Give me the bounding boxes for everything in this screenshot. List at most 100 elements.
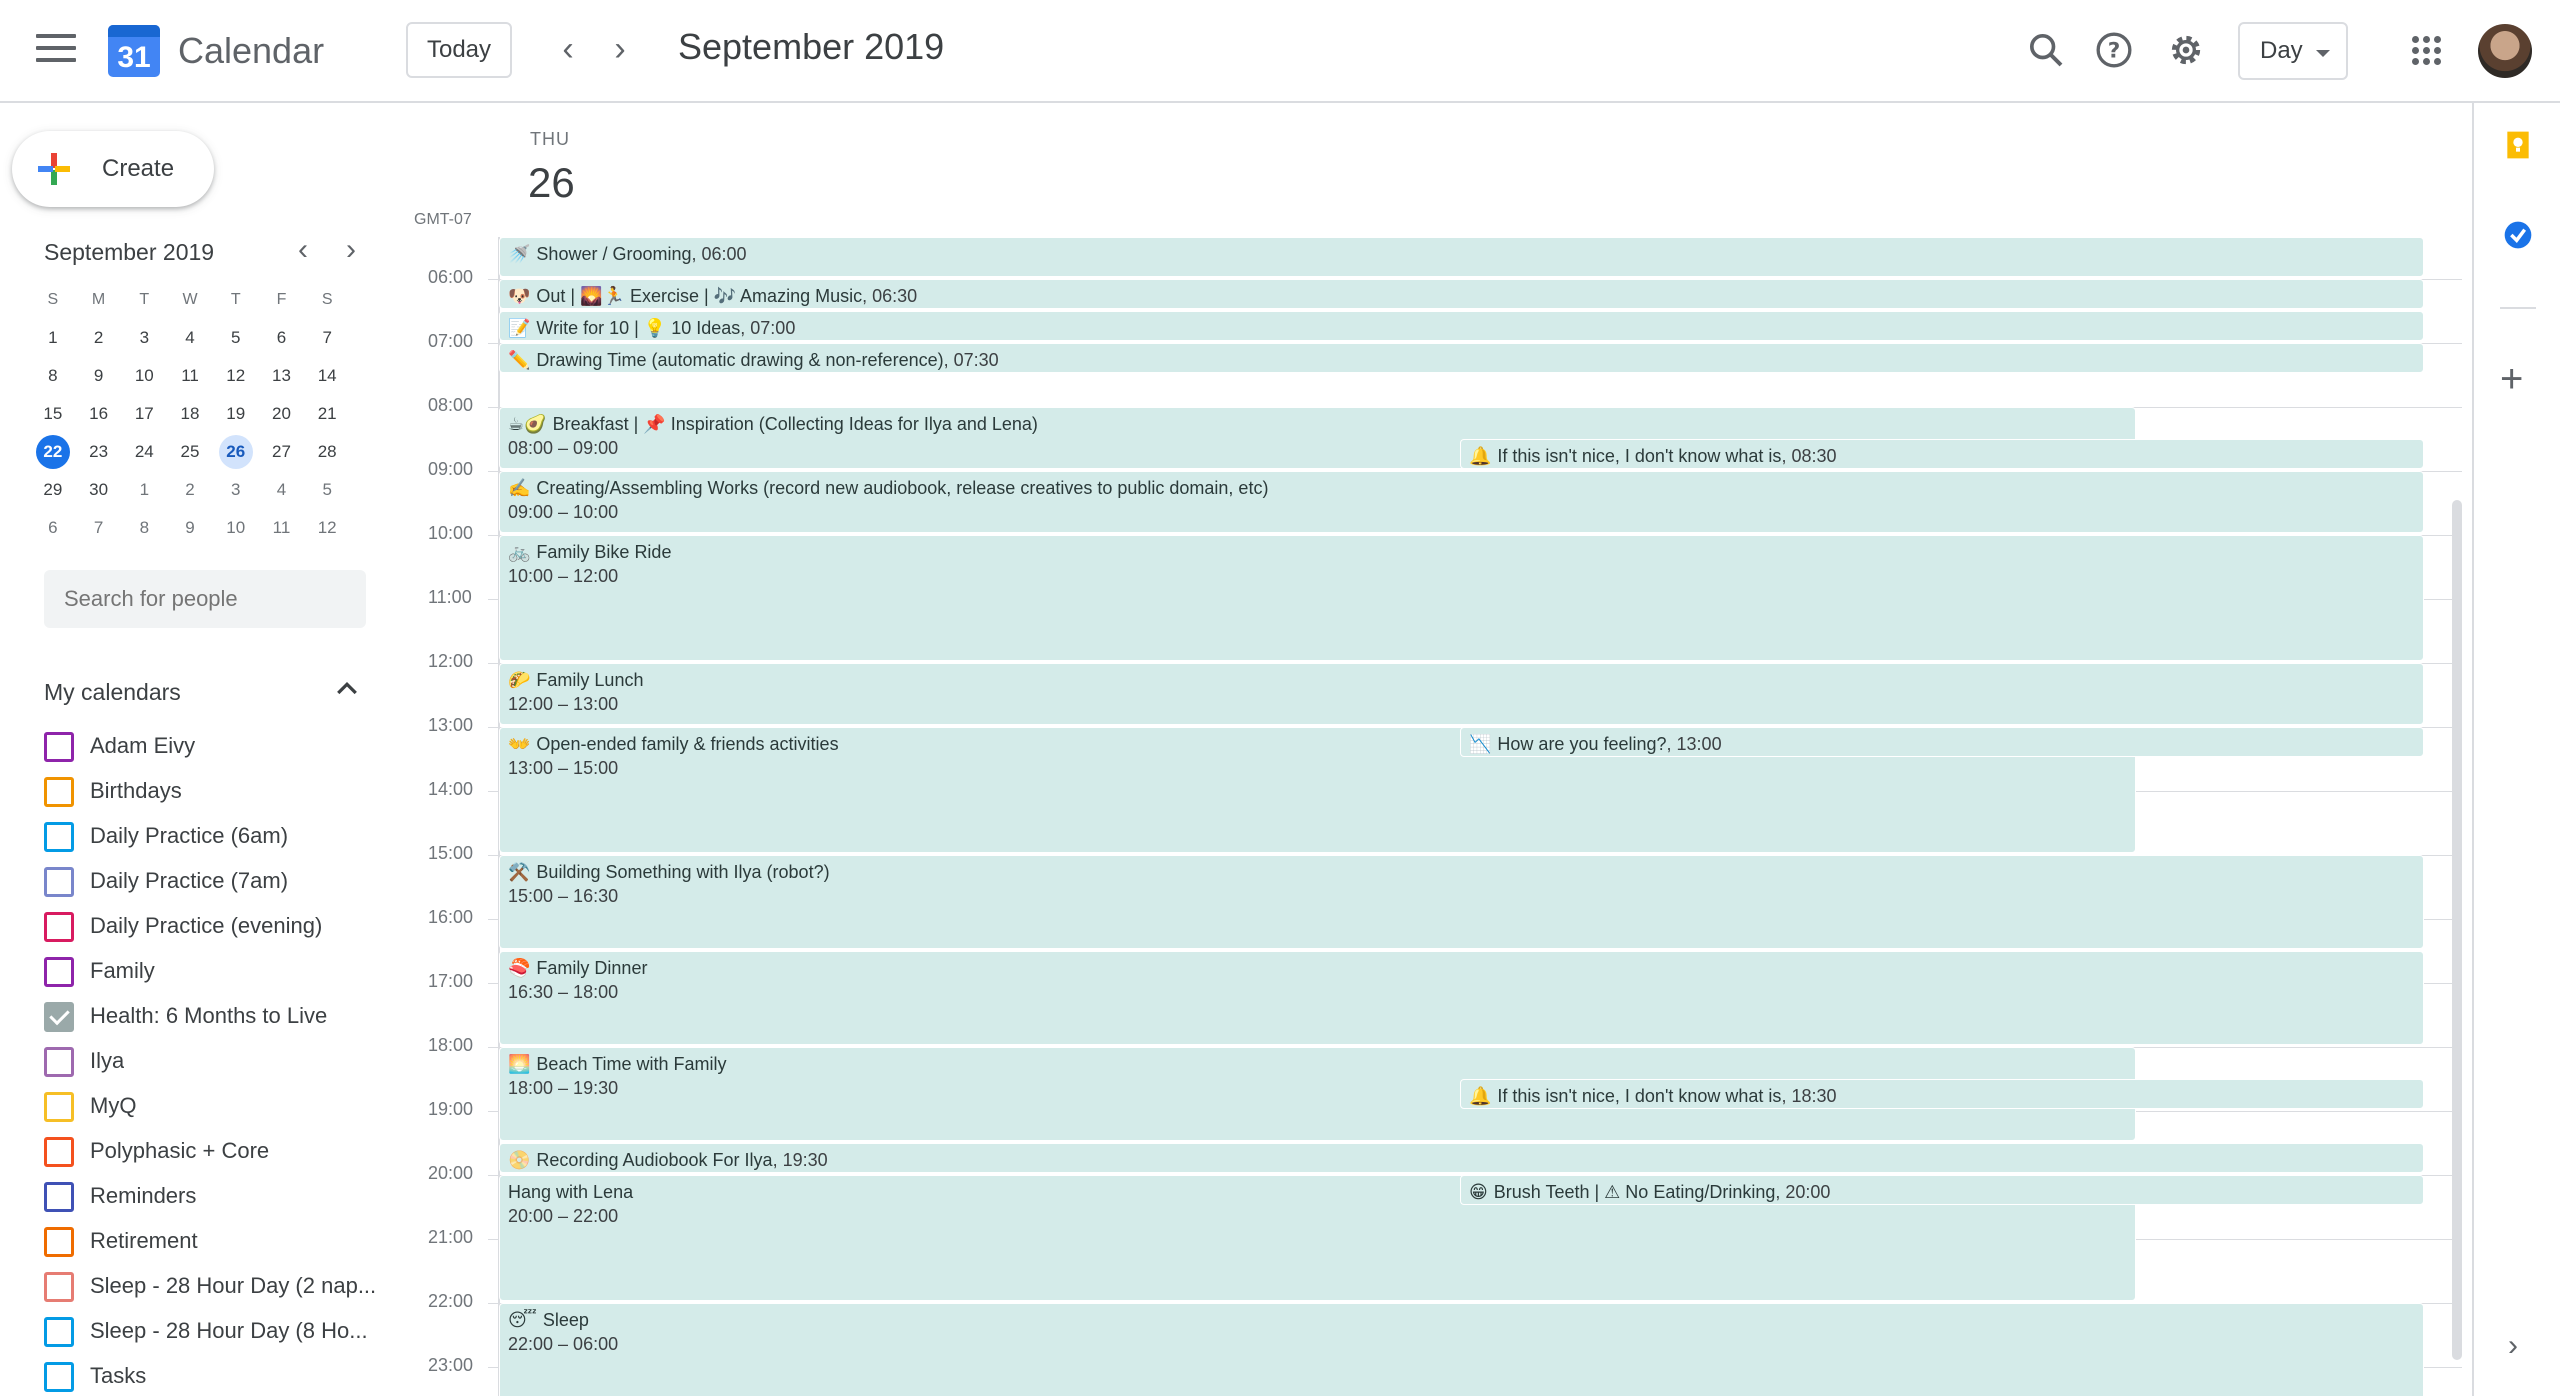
mini-calendar-day[interactable]: 6	[30, 511, 76, 549]
calendar-list-item[interactable]: Sleep - 28 Hour Day (2 nap...	[44, 1265, 380, 1310]
keep-icon[interactable]	[2502, 129, 2534, 161]
mini-calendar-day[interactable]: 8	[30, 359, 76, 397]
mini-calendar-day[interactable]: 7	[76, 511, 122, 549]
calendar-list-item[interactable]: Polyphasic + Core	[44, 1130, 380, 1175]
calendar-checkbox[interactable]	[44, 1092, 74, 1122]
mini-calendar-day[interactable]: 2	[76, 321, 122, 359]
add-addon-icon[interactable]: +	[2500, 357, 2523, 402]
calendar-list-item[interactable]: Birthdays	[44, 770, 380, 815]
main-menu-icon[interactable]	[36, 34, 76, 70]
mini-calendar-day[interactable]: 28	[304, 435, 350, 473]
mini-calendar-day[interactable]: 10	[213, 511, 259, 549]
mini-calendar-day[interactable]: 2	[167, 473, 213, 511]
calendar-checkbox[interactable]	[44, 777, 74, 807]
mini-calendar-day[interactable]: 3	[213, 473, 259, 511]
event-chip[interactable]: ✏️ Drawing Time (automatic drawing & non-…	[499, 343, 2424, 373]
mini-calendar-day[interactable]: 17	[121, 397, 167, 435]
mini-calendar-day[interactable]: 5	[213, 321, 259, 359]
event-chip[interactable]: 😴 Sleep 22:00 – 06:00	[499, 1303, 2424, 1396]
event-chip[interactable]: 📝 Write for 10 | 💡 10 Ideas, 07:00	[499, 311, 2424, 341]
previous-period-button[interactable]: ‹	[548, 30, 588, 70]
calendar-logo-icon[interactable]: 31	[108, 25, 160, 77]
mini-calendar-day[interactable]: 15	[30, 397, 76, 435]
calendar-list-item[interactable]: Sleep - 28 Hour Day (8 Ho...	[44, 1310, 380, 1355]
event-chip[interactable]: 🚿 Shower / Grooming, 06:00	[499, 237, 2424, 277]
mini-calendar-day[interactable]: 7	[304, 321, 350, 359]
event-chip[interactable]: 📀 Recording Audiobook For Ilya, 19:30	[499, 1143, 2424, 1173]
mini-calendar-day[interactable]: 1	[121, 473, 167, 511]
mini-calendar-day[interactable]: 19	[213, 397, 259, 435]
create-button[interactable]: Create	[12, 131, 214, 207]
event-chip[interactable]: 🔔 If this isn't nice, I don't know what i…	[1460, 1079, 2424, 1109]
mini-calendar-day[interactable]: 29	[30, 473, 76, 511]
view-selector[interactable]: Day	[2238, 22, 2348, 80]
mini-calendar-day[interactable]: 13	[259, 359, 305, 397]
mini-calendar-day[interactable]: 8	[121, 511, 167, 549]
expand-panel-icon[interactable]: ›	[2508, 1329, 2518, 1363]
mini-calendar-next-icon[interactable]: ›	[336, 233, 366, 267]
mini-calendar-day[interactable]: 6	[259, 321, 305, 359]
mini-calendar-day[interactable]: 12	[304, 511, 350, 549]
mini-calendar-day[interactable]: 16	[76, 397, 122, 435]
google-apps-icon[interactable]	[2412, 36, 2442, 66]
mini-calendar-day[interactable]: 1	[30, 321, 76, 359]
mini-calendar-day[interactable]: 21	[304, 397, 350, 435]
calendar-list-item[interactable]: Tasks	[44, 1355, 380, 1400]
mini-calendar-day[interactable]: 9	[76, 359, 122, 397]
calendar-list-item[interactable]: Family	[44, 950, 380, 995]
settings-gear-icon[interactable]	[2166, 30, 2206, 70]
day-time-grid[interactable]: 06:00 07:00 08:00 09:00 10:00 11:00 12:00 13:00…	[380, 237, 2462, 1396]
calendar-checkbox[interactable]	[44, 1182, 74, 1212]
calendar-checkbox[interactable]	[44, 1362, 74, 1392]
mini-calendar-day[interactable]: 4	[259, 473, 305, 511]
calendar-list-item[interactable]: Ilya	[44, 1040, 380, 1085]
calendar-list-item[interactable]: MyQ	[44, 1085, 380, 1130]
search-icon[interactable]	[2026, 30, 2066, 70]
mini-calendar-day[interactable]: 24	[121, 435, 167, 473]
event-chip[interactable]: 🐶 Out | 🌄🏃 Exercise | 🎶 Amazing Music, 06…	[499, 279, 2424, 309]
mini-calendar-day[interactable]: 18	[167, 397, 213, 435]
calendar-checkbox[interactable]	[44, 912, 74, 942]
today-button[interactable]: Today	[406, 22, 512, 78]
calendar-list-item[interactable]: Daily Practice (evening)	[44, 905, 380, 950]
calendar-list-item[interactable]: Adam Eivy	[44, 725, 380, 770]
calendar-checkbox[interactable]	[44, 1317, 74, 1347]
calendar-checkbox[interactable]	[44, 732, 74, 762]
event-chip[interactable]: 📉 How are you feeling?, 13:00	[1460, 727, 2424, 757]
my-calendars-heading[interactable]: My calendars	[44, 679, 181, 706]
calendar-list-item[interactable]: Daily Practice (6am)	[44, 815, 380, 860]
event-chip[interactable]: 🌮 Family Lunch 12:00 – 13:00	[499, 663, 2424, 725]
event-chip[interactable]: 🚲 Family Bike Ride 10:00 – 12:00	[499, 535, 2424, 661]
calendar-list-item[interactable]: Health: 6 Months to Live	[44, 995, 380, 1040]
mini-calendar-day[interactable]: 26	[213, 435, 259, 473]
mini-calendar-day[interactable]: 9	[167, 511, 213, 549]
mini-calendar-prev-icon[interactable]: ‹	[288, 233, 318, 267]
event-chip[interactable]: 😁 Brush Teeth | ⚠ No Eating/Drinking, 20:…	[1460, 1175, 2424, 1205]
mini-calendar-day[interactable]: 30	[76, 473, 122, 511]
mini-calendar-day[interactable]: 10	[121, 359, 167, 397]
mini-calendar-day[interactable]: 25	[167, 435, 213, 473]
calendar-checkbox[interactable]	[44, 822, 74, 852]
calendar-checkbox[interactable]	[44, 1227, 74, 1257]
calendar-checkbox[interactable]	[44, 957, 74, 987]
event-chip[interactable]: ⚒️ Building Something with Ilya (robot?) 1…	[499, 855, 2424, 949]
help-icon[interactable]: ?	[2094, 30, 2134, 70]
mini-calendar-day[interactable]: 14	[304, 359, 350, 397]
mini-calendar-day[interactable]: 22	[30, 435, 76, 473]
calendar-checkbox[interactable]	[44, 1272, 74, 1302]
calendar-checkbox[interactable]	[44, 1047, 74, 1077]
calendar-list-item[interactable]: Daily Practice (7am)	[44, 860, 380, 905]
account-avatar[interactable]	[2478, 24, 2532, 78]
mini-calendar-day[interactable]: 23	[76, 435, 122, 473]
calendar-checkbox[interactable]	[44, 1137, 74, 1167]
app-title[interactable]: Calendar	[178, 30, 324, 72]
calendar-list-item[interactable]: Reminders	[44, 1175, 380, 1220]
calendar-checkbox[interactable]	[44, 867, 74, 897]
event-chip[interactable]: 🔔 If this isn't nice, I don't know what i…	[1460, 439, 2424, 469]
mini-calendar-day[interactable]: 3	[121, 321, 167, 359]
mini-calendar-day[interactable]: 11	[259, 511, 305, 549]
mini-calendar-day[interactable]: 11	[167, 359, 213, 397]
search-people-input[interactable]	[44, 570, 366, 628]
mini-calendar-day[interactable]: 20	[259, 397, 305, 435]
calendar-list-item[interactable]: Retirement	[44, 1220, 380, 1265]
